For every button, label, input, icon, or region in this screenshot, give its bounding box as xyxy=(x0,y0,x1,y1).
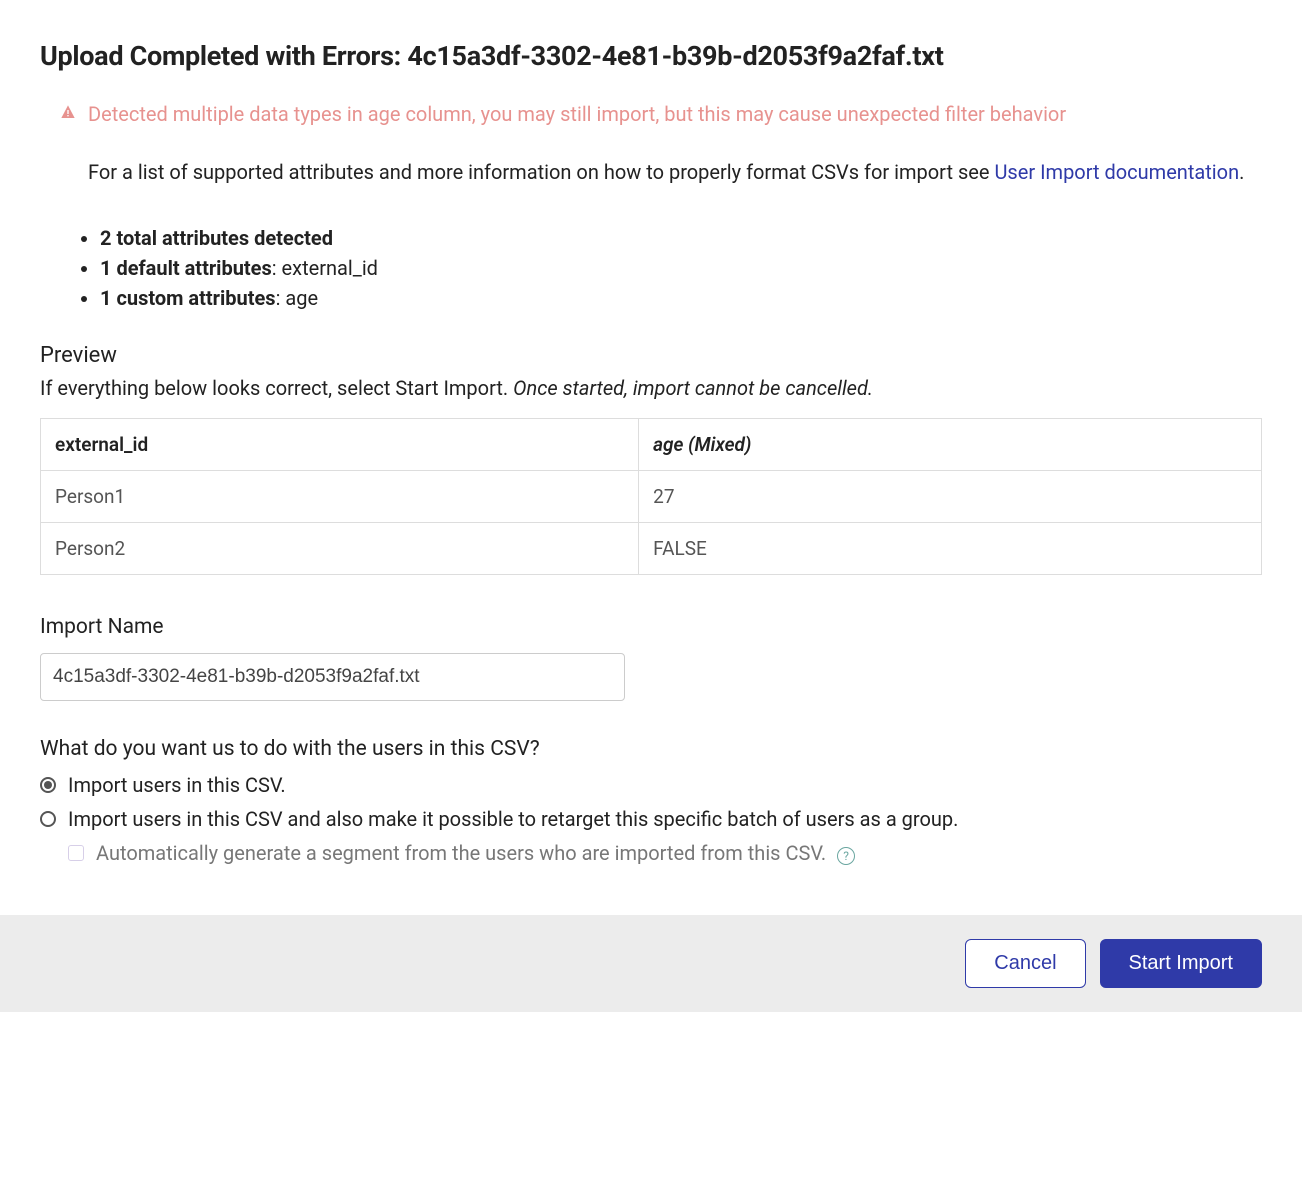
cell-external-id: Person1 xyxy=(41,471,639,523)
user-import-doc-link[interactable]: User Import documentation xyxy=(994,160,1239,184)
cancel-button[interactable]: Cancel xyxy=(965,939,1085,988)
warning-icon xyxy=(60,104,76,124)
helper-text: For a list of supported attributes and m… xyxy=(40,157,1262,187)
start-import-button[interactable]: Start Import xyxy=(1100,939,1262,988)
radio-option-import-and-retarget[interactable]: Import users in this CSV and also make i… xyxy=(40,807,1262,831)
custom-attributes-rest: : age xyxy=(276,286,319,310)
table-row: Person1 27 xyxy=(41,471,1262,523)
radio-option-import-only[interactable]: Import users in this CSV. xyxy=(40,773,1262,797)
list-item: 1 default attributes: external_id xyxy=(100,253,1262,283)
page-title: Upload Completed with Errors: 4c15a3df-3… xyxy=(40,40,1262,72)
preview-hint: If everything below looks correct, selec… xyxy=(40,376,1262,400)
import-name-input[interactable] xyxy=(40,653,625,701)
cell-age: 27 xyxy=(639,471,1262,523)
custom-attributes-bold: 1 custom attributes xyxy=(100,286,276,310)
footer-action-bar: Cancel Start Import xyxy=(0,915,1302,1012)
column-header-external-id: external_id xyxy=(41,419,639,471)
default-attributes-rest: : external_id xyxy=(272,256,378,280)
import-name-label: Import Name xyxy=(40,615,1262,639)
checkbox-icon xyxy=(68,845,84,861)
preview-hint-italic: Once started, import cannot be cancelled… xyxy=(513,376,873,400)
attribute-summary-list: 2 total attributes detected 1 default at… xyxy=(40,223,1262,313)
list-item: 2 total attributes detected xyxy=(100,223,1262,253)
help-icon[interactable]: ? xyxy=(837,847,855,865)
cell-external-id: Person2 xyxy=(41,523,639,575)
table-row: Person2 FALSE xyxy=(41,523,1262,575)
total-attributes-bold: 2 total attributes detected xyxy=(100,226,333,250)
checkbox-label: Automatically generate a segment from th… xyxy=(96,841,855,865)
default-attributes-bold: 1 default attributes xyxy=(100,256,272,280)
auto-segment-checkbox-row[interactable]: Automatically generate a segment from th… xyxy=(68,841,1262,865)
table-header-row: external_id age (Mixed) xyxy=(41,419,1262,471)
radio-label: Import users in this CSV and also make i… xyxy=(68,807,958,831)
csv-action-question: What do you want us to do with the users… xyxy=(40,737,1262,761)
warning-banner: Detected multiple data types in age colu… xyxy=(40,100,1262,129)
checkbox-label-text: Automatically generate a segment from th… xyxy=(96,841,826,865)
preview-title: Preview xyxy=(40,343,1262,368)
radio-label: Import users in this CSV. xyxy=(68,773,286,797)
preview-hint-plain: If everything below looks correct, selec… xyxy=(40,376,513,400)
preview-table: external_id age (Mixed) Person1 27 Perso… xyxy=(40,418,1262,575)
cell-age: FALSE xyxy=(639,523,1262,575)
column-header-age: age (Mixed) xyxy=(639,419,1262,471)
helper-text-pre: For a list of supported attributes and m… xyxy=(88,160,994,184)
helper-text-post: . xyxy=(1239,160,1244,184)
radio-icon xyxy=(40,811,56,827)
radio-icon xyxy=(40,777,56,793)
list-item: 1 custom attributes: age xyxy=(100,283,1262,313)
warning-text: Detected multiple data types in age colu… xyxy=(88,100,1066,129)
